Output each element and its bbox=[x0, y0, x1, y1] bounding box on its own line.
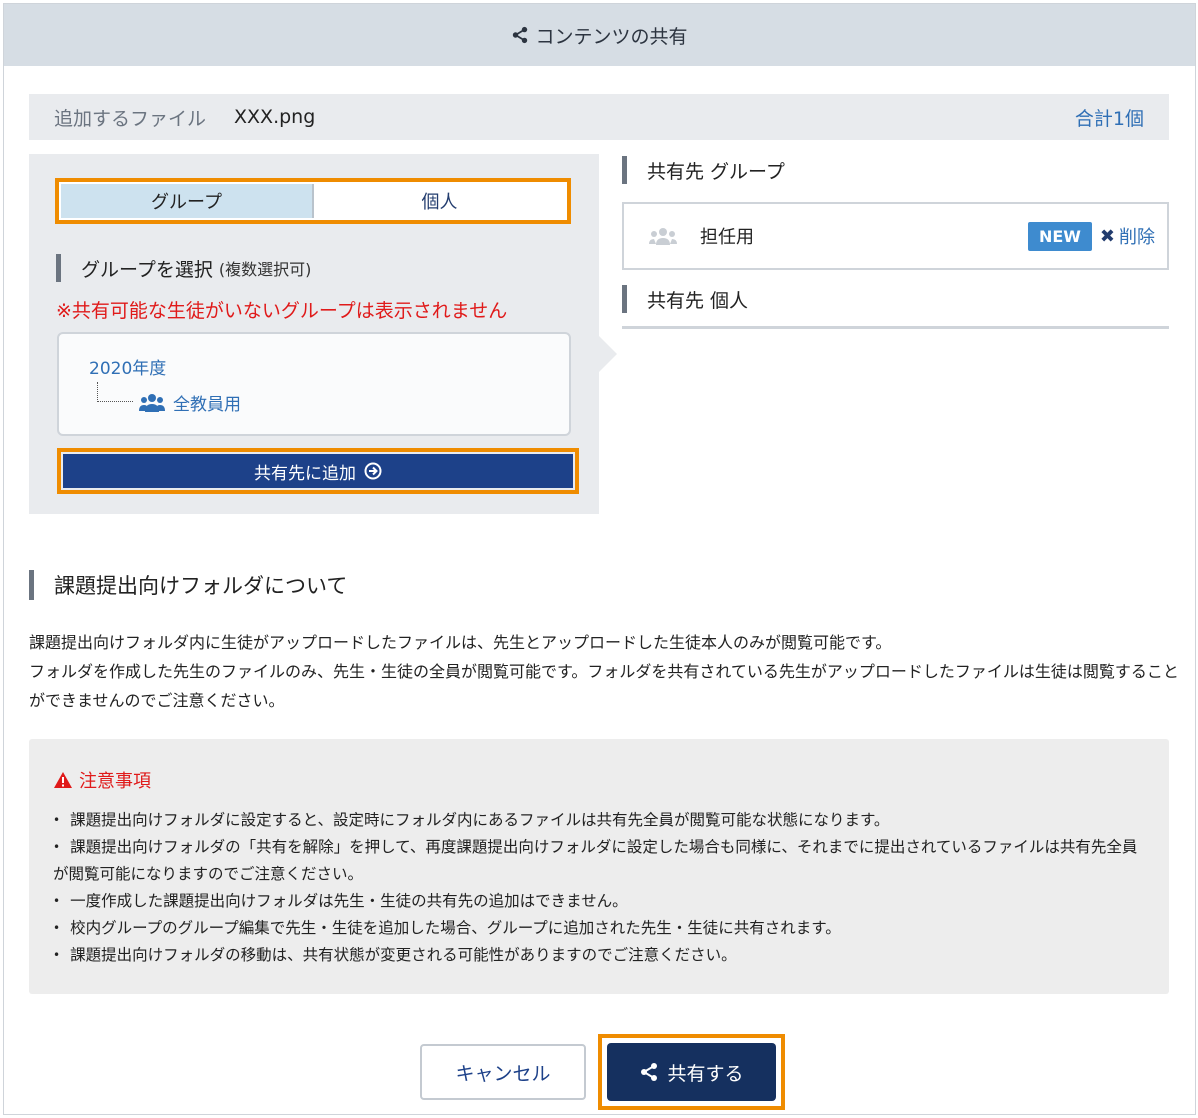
panel-arrow bbox=[599, 336, 617, 372]
share-individual-heading: 共有先 個人 bbox=[622, 285, 748, 313]
individual-divider bbox=[622, 326, 1169, 329]
group-select-panel: グループ 個人 グループを選択 (複数選択可) ※共有可能な生徒がいないグループ… bbox=[29, 154, 599, 514]
warning-icon bbox=[54, 772, 72, 788]
file-total: 合計1個 bbox=[1074, 107, 1144, 130]
group-tree: 2020年度 全教員用 bbox=[57, 332, 571, 436]
cancel-button[interactable]: キャンセル bbox=[420, 1044, 586, 1100]
heading-bar bbox=[56, 254, 61, 282]
share-group-name: 担任用 bbox=[700, 227, 754, 248]
about-text: 課題提出向けフォルダ内に生徒がアップロードしたファイルは、先生とアップロードした… bbox=[29, 628, 1179, 715]
heading-bar bbox=[622, 156, 627, 184]
target-type-tabs: グループ 個人 bbox=[55, 178, 571, 224]
tab-group[interactable]: グループ bbox=[61, 184, 314, 218]
group-select-title: グループを選択 bbox=[81, 258, 213, 281]
notice-title: 注意事項 bbox=[79, 771, 151, 792]
notice-item: 一度作成した課題提出向けフォルダは先生・生徒の共有先の追加はできません。 bbox=[53, 888, 1145, 915]
notice-box: 注意事項 課題提出向けフォルダに設定すると、設定時にフォルダ内にあるファイルは共… bbox=[29, 739, 1169, 994]
file-label: 追加するファイル bbox=[54, 107, 207, 130]
remove-group-link[interactable]: ✖ 削除 bbox=[1100, 223, 1155, 249]
tree-connector bbox=[97, 382, 133, 402]
notice-item: 校内グループのグループ編集で先生・生徒を追加した場合、グループに追加された先生・… bbox=[53, 915, 1145, 942]
notice-item: 課題提出向けフォルダの「共有を解除」を押して、再度課題提出向けフォルダに設定した… bbox=[53, 834, 1145, 888]
add-button-label: 共有先に追加 bbox=[254, 463, 356, 484]
share-individual-title: 共有先 個人 bbox=[647, 289, 749, 312]
file-bar: 追加するファイル XXX.png 合計1個 bbox=[29, 94, 1169, 140]
share-button-label: 共有する bbox=[667, 1062, 744, 1085]
arrow-circle-right-icon bbox=[364, 462, 382, 480]
about-heading: 課題提出向けフォルダについて bbox=[29, 570, 347, 600]
about-line: 課題提出向けフォルダ内に生徒がアップロードしたファイルは、先生とアップロードした… bbox=[29, 633, 892, 652]
users-icon bbox=[139, 393, 165, 412]
share-group-heading: 共有先 グループ bbox=[622, 156, 785, 184]
new-badge: NEW bbox=[1027, 221, 1092, 251]
add-to-share-button[interactable]: 共有先に追加 bbox=[63, 454, 573, 488]
group-select-heading: グループを選択 (複数選択可) bbox=[56, 254, 311, 282]
dialog-header: コンテンツの共有 bbox=[4, 4, 1195, 66]
group-icon bbox=[649, 228, 677, 245]
heading-bar bbox=[622, 285, 627, 313]
notice-item: 課題提出向けフォルダに設定すると、設定時にフォルダ内にあるファイルは共有先全員が… bbox=[53, 807, 1145, 834]
add-button-highlight: 共有先に追加 bbox=[57, 448, 579, 494]
remove-label: 削除 bbox=[1119, 227, 1155, 248]
share-dialog: コンテンツの共有 追加するファイル XXX.png 合計1個 グループ 個人 グ… bbox=[3, 3, 1196, 1115]
share-button-highlight: 共有する bbox=[598, 1034, 785, 1110]
share-icon bbox=[641, 1063, 658, 1081]
tree-year[interactable]: 2020年度 bbox=[89, 354, 166, 379]
tree-item-label: 全教員用 bbox=[173, 395, 241, 415]
share-group-row: 担任用 NEW ✖ 削除 bbox=[622, 202, 1169, 270]
group-select-subtitle: (複数選択可) bbox=[218, 260, 312, 279]
notice-item: 課題提出向けフォルダの移動は、共有状態が変更される可能性がありますのでご注意くだ… bbox=[53, 942, 1145, 969]
group-warning: ※共有可能な生徒がいないグループは表示されません bbox=[56, 300, 508, 322]
heading-bar bbox=[29, 570, 34, 600]
dialog-title: コンテンツの共有 bbox=[535, 25, 688, 48]
notice-list: 課題提出向けフォルダに設定すると、設定時にフォルダ内にあるファイルは共有先全員が… bbox=[53, 807, 1145, 969]
close-icon: ✖ bbox=[1099, 225, 1115, 247]
notice-heading: 注意事項 bbox=[53, 767, 1145, 793]
tree-item[interactable]: 全教員用 bbox=[139, 390, 241, 415]
share-group-title: 共有先 グループ bbox=[647, 160, 785, 183]
tab-individual[interactable]: 個人 bbox=[314, 184, 565, 218]
share-icon bbox=[513, 26, 528, 44]
share-button[interactable]: 共有する bbox=[607, 1043, 776, 1101]
about-title: 課題提出向けフォルダについて bbox=[54, 574, 348, 598]
file-name: XXX.png bbox=[234, 106, 316, 128]
about-line: フォルダを作成した先生のファイルのみ、先生・生徒の全員が閲覧可能です。フォルダを… bbox=[29, 662, 1179, 710]
